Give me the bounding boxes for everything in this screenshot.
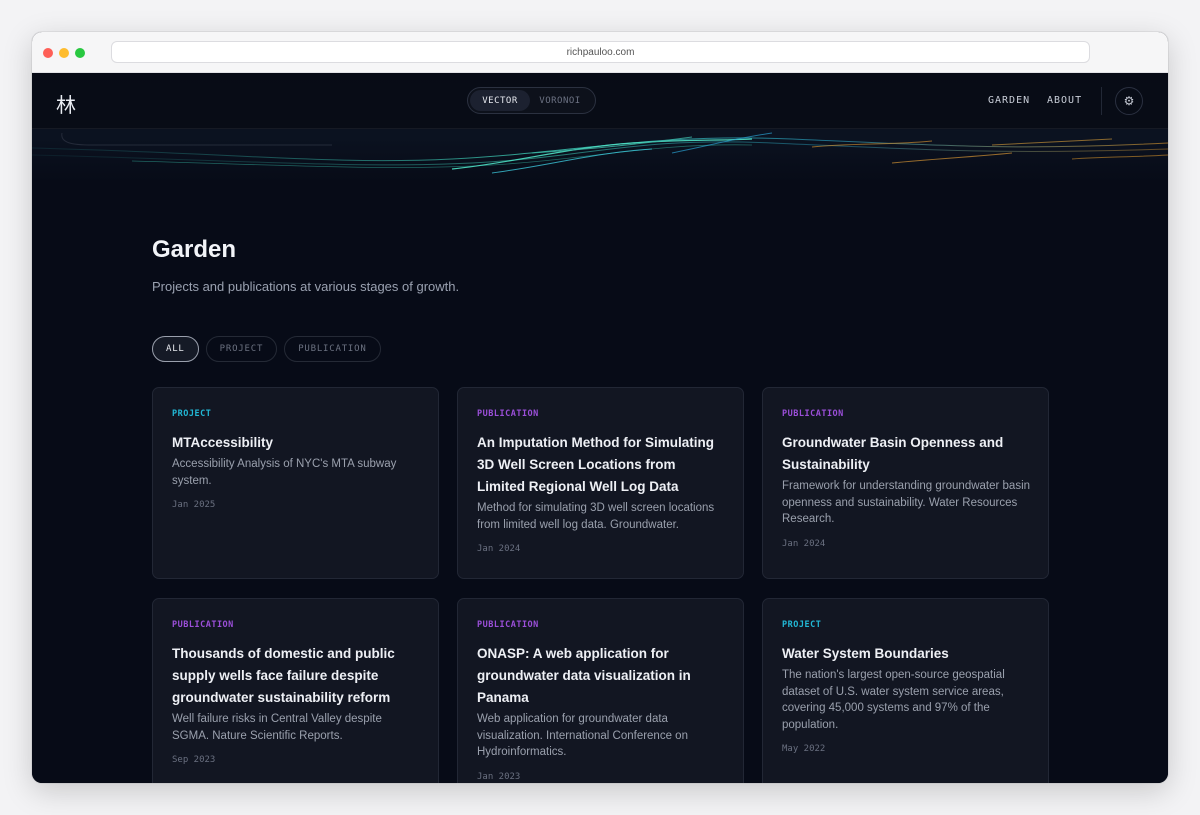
card-description: Method for simulating 3D well screen loc… bbox=[477, 502, 715, 531]
card-title: ONASP: A web application for groundwater… bbox=[477, 646, 691, 705]
card-date: Jan 2025 bbox=[172, 500, 216, 510]
maximize-window-icon[interactable] bbox=[75, 48, 85, 58]
card-tag: PUBLICATION bbox=[477, 620, 539, 630]
filter-all[interactable]: ALL bbox=[152, 336, 199, 362]
card-title: MTAccessibility bbox=[172, 435, 274, 450]
filter-publication[interactable]: PUBLICATION bbox=[284, 336, 381, 362]
garden-card[interactable]: PUBLICATION Thousands of domestic and pu… bbox=[152, 598, 439, 783]
card-description: Web application for groundwater data vis… bbox=[477, 713, 688, 758]
card-description: The nation's largest open-source geospat… bbox=[782, 669, 1005, 731]
toggle-vector[interactable]: VECTOR bbox=[470, 90, 530, 111]
card-title: An Imputation Method for Simulating 3D W… bbox=[477, 435, 714, 494]
filter-bar: ALL PROJECT PUBLICATION bbox=[152, 336, 381, 362]
card-title: Thousands of domestic and public supply … bbox=[172, 646, 395, 705]
minimize-window-icon[interactable] bbox=[59, 48, 69, 58]
site-logo[interactable]: 林 bbox=[56, 89, 76, 118]
browser-window: richpauloo.com 林 VECTOR VORONOI GARDEN A… bbox=[32, 32, 1168, 783]
card-title: Groundwater Basin Openness and Sustainab… bbox=[782, 435, 1004, 472]
garden-card[interactable]: PROJECT Water System Boundaries The nati… bbox=[762, 598, 1049, 783]
render-mode-toggle: VECTOR VORONOI bbox=[467, 87, 596, 114]
close-window-icon[interactable] bbox=[43, 48, 53, 58]
page-subtitle: Projects and publications at various sta… bbox=[152, 279, 460, 294]
garden-card[interactable]: PUBLICATION An Imputation Method for Sim… bbox=[457, 387, 744, 579]
garden-card[interactable]: PUBLICATION Groundwater Basin Openness a… bbox=[762, 387, 1049, 579]
filter-project[interactable]: PROJECT bbox=[205, 336, 278, 362]
garden-card[interactable]: PROJECT MTAccessibility Accessibility An… bbox=[152, 387, 439, 579]
address-bar[interactable]: richpauloo.com bbox=[111, 41, 1090, 63]
nav-link-about[interactable]: ABOUT bbox=[1047, 95, 1082, 106]
nav-link-garden[interactable]: GARDEN bbox=[988, 95, 1030, 106]
nav-divider bbox=[1101, 87, 1102, 115]
card-title: Water System Boundaries bbox=[782, 646, 949, 661]
card-date: Jan 2024 bbox=[782, 538, 826, 549]
page-title: Garden bbox=[152, 236, 237, 263]
card-date: Jan 2023 bbox=[477, 771, 521, 782]
card-tag: PUBLICATION bbox=[782, 409, 844, 419]
card-tag: PUBLICATION bbox=[172, 620, 234, 630]
card-tag: PROJECT bbox=[782, 620, 822, 630]
card-date: May 2022 bbox=[782, 744, 826, 754]
browser-chrome: richpauloo.com bbox=[32, 32, 1168, 73]
settings-button[interactable]: ⚙ bbox=[1115, 87, 1143, 115]
card-description: Well failure risks in Central Valley des… bbox=[172, 713, 382, 742]
card-date: Sep 2023 bbox=[172, 755, 216, 765]
card-description: Framework for understanding groundwater … bbox=[782, 480, 1031, 525]
card-description: Accessibility Analysis of NYC's MTA subw… bbox=[172, 458, 397, 487]
gear-icon: ⚙ bbox=[1123, 94, 1135, 108]
card-tag: PROJECT bbox=[172, 409, 212, 419]
top-nav: 林 VECTOR VORONOI GARDEN ABOUT ⚙ bbox=[32, 73, 1168, 129]
card-date: Jan 2024 bbox=[477, 544, 521, 554]
garden-card[interactable]: PUBLICATION ONASP: A web application for… bbox=[457, 598, 744, 783]
toggle-voronoi[interactable]: VORONOI bbox=[530, 90, 590, 111]
page: 林 VECTOR VORONOI GARDEN ABOUT ⚙ Garden P… bbox=[32, 73, 1168, 783]
card-tag: PUBLICATION bbox=[477, 409, 539, 419]
